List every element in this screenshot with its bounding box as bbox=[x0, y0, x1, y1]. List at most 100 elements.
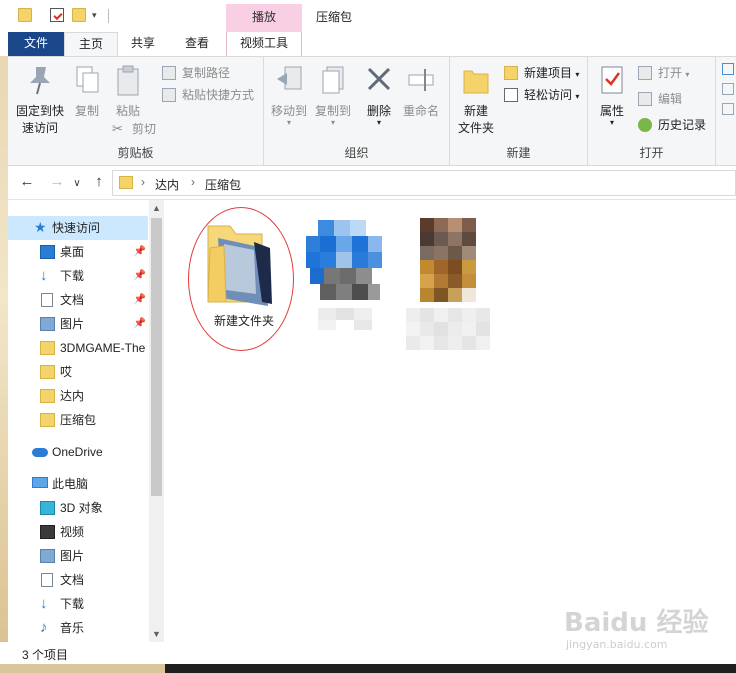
organize-group: 移动到 ▾ 复制到 ▾ 删除 ▾ 重命名 组织 bbox=[264, 57, 450, 165]
new-group-label: 新建 bbox=[506, 146, 531, 160]
new-folder-button[interactable]: 新建 文件夹 bbox=[454, 63, 498, 137]
easy-access-icon bbox=[504, 88, 518, 102]
select-all-icon[interactable] bbox=[722, 63, 734, 75]
customize-quick-access-icon[interactable]: ▾ bbox=[92, 10, 97, 21]
new-folder-icon[interactable] bbox=[72, 8, 86, 22]
scrollbar-thumb[interactable] bbox=[151, 218, 162, 496]
tab-home[interactable]: 主页 bbox=[64, 32, 118, 56]
nav-item-folder[interactable]: 哎 bbox=[8, 360, 148, 384]
file-list: 新建文件夹 bbox=[166, 200, 736, 642]
file-item[interactable] bbox=[302, 208, 398, 330]
address-field[interactable]: › 达内 › 压缩包 bbox=[112, 170, 736, 196]
dropdown-arrow-icon: ▾ bbox=[575, 92, 580, 101]
taskbar-strip bbox=[0, 664, 736, 673]
nav-scrollbar[interactable]: ▲ ▼ bbox=[149, 200, 164, 642]
folder-icon bbox=[40, 413, 55, 427]
dropdown-arrow-icon: ▾ bbox=[575, 70, 580, 79]
easy-access-button[interactable]: 轻松访问 ▾ bbox=[504, 85, 579, 105]
tab-view[interactable]: 查看 bbox=[170, 32, 224, 56]
nav-item-folder[interactable]: 3DMGAME-The bbox=[8, 336, 148, 360]
scroll-up-icon[interactable]: ▲ bbox=[149, 200, 164, 216]
properties-button[interactable]: 属性 ▾ bbox=[592, 63, 632, 127]
invert-selection-icon[interactable] bbox=[722, 103, 734, 115]
copy-icon bbox=[71, 63, 103, 97]
folder-icon bbox=[40, 341, 55, 355]
edit-button[interactable]: 编辑 bbox=[638, 89, 682, 109]
select-group-partial bbox=[722, 63, 736, 123]
cut-button[interactable]: ✂ 剪切 bbox=[112, 119, 156, 139]
folder-icon bbox=[40, 389, 55, 403]
clipboard-group: 固定到快 速访问 复制 粘贴 复制路径 粘贴快捷方式 ✂ 剪切 剪贴板 bbox=[8, 57, 264, 165]
open-group-label: 打开 bbox=[639, 146, 664, 160]
nav-item-documents[interactable]: 文档 📌 bbox=[8, 288, 148, 312]
download-icon: ↓ bbox=[40, 267, 48, 284]
paste-shortcut-button[interactable]: 粘贴快捷方式 bbox=[162, 85, 254, 105]
select-none-icon[interactable] bbox=[722, 83, 734, 95]
desktop-background-strip bbox=[0, 56, 8, 664]
recent-locations-chevron-icon[interactable]: ∨ bbox=[68, 176, 86, 192]
star-icon: ★ bbox=[34, 219, 47, 235]
ribbon: 固定到快 速访问 复制 粘贴 复制路径 粘贴快捷方式 ✂ 剪切 剪贴板 移动到 … bbox=[8, 56, 736, 166]
paste-button[interactable]: 粘贴 bbox=[108, 63, 148, 120]
back-arrow-icon[interactable]: ← bbox=[18, 174, 36, 190]
dropdown-arrow-icon: ▾ bbox=[286, 118, 291, 127]
copy-path-icon bbox=[162, 66, 176, 80]
copy-path-button[interactable]: 复制路径 bbox=[162, 63, 230, 83]
nav-item-music[interactable]: ♪ 音乐 bbox=[8, 616, 148, 640]
scroll-down-icon[interactable]: ▼ bbox=[149, 626, 164, 642]
breadcrumb-separator[interactable]: › bbox=[191, 175, 195, 189]
open-button[interactable]: 打开 ▾ bbox=[638, 63, 689, 83]
nav-item-desktop[interactable]: 桌面 📌 bbox=[8, 240, 148, 264]
window-title: 压缩包 bbox=[316, 10, 353, 24]
nav-item-pictures[interactable]: 图片 📌 bbox=[8, 312, 148, 336]
rename-button[interactable]: 重命名 bbox=[400, 63, 442, 120]
nav-item-documents[interactable]: 文档 bbox=[8, 568, 148, 592]
tab-video-tools[interactable]: 视频工具 bbox=[226, 32, 302, 56]
history-button[interactable]: 历史记录 bbox=[638, 115, 706, 135]
nav-item-downloads[interactable]: ↓ 下载 bbox=[8, 592, 148, 616]
breadcrumb-separator[interactable]: › bbox=[141, 175, 145, 189]
item-count: 3 个项目 bbox=[22, 648, 69, 662]
properties-icon[interactable] bbox=[50, 8, 64, 22]
open-group: 属性 ▾ 打开 ▾ 编辑 历史记录 打开 bbox=[588, 57, 716, 165]
nav-item-this-pc[interactable]: 此电脑 bbox=[8, 472, 148, 496]
separator bbox=[108, 9, 109, 23]
new-folder-icon bbox=[460, 63, 492, 97]
nav-item-folder[interactable]: 达内 bbox=[8, 384, 148, 408]
forward-arrow-icon[interactable]: → bbox=[48, 174, 66, 190]
nav-item-pictures[interactable]: 图片 bbox=[8, 544, 148, 568]
nav-item-onedrive[interactable]: OneDrive bbox=[8, 440, 148, 464]
copy-to-icon bbox=[317, 63, 349, 97]
file-item[interactable] bbox=[406, 208, 502, 350]
context-tab-play: 播放 bbox=[226, 4, 302, 32]
tab-share[interactable]: 共享 bbox=[118, 32, 168, 56]
3d-object-icon bbox=[40, 501, 55, 515]
video-icon bbox=[40, 525, 55, 539]
nav-item-videos[interactable]: 视频 bbox=[8, 520, 148, 544]
watermark-url: jingyan.baidu.com bbox=[566, 638, 668, 651]
picture-icon bbox=[40, 549, 55, 563]
dropdown-arrow-icon: ▾ bbox=[685, 70, 690, 79]
nav-item-3d-objects[interactable]: 3D 对象 bbox=[8, 496, 148, 520]
copy-to-button[interactable]: 复制到 ▾ bbox=[312, 63, 354, 127]
tab-file[interactable]: 文件 bbox=[8, 32, 64, 56]
nav-item-downloads[interactable]: ↓ 下载 📌 bbox=[8, 264, 148, 288]
new-group: 新建 文件夹 新建项目 ▾ 轻松访问 ▾ 新建 bbox=[450, 57, 588, 165]
up-arrow-icon[interactable]: ↑ bbox=[90, 174, 108, 190]
copy-button[interactable]: 复制 bbox=[70, 63, 104, 120]
download-icon: ↓ bbox=[40, 595, 48, 612]
open-icon bbox=[638, 66, 652, 80]
delete-button[interactable]: 删除 ▾ bbox=[362, 63, 396, 127]
pin-icon: 📌 bbox=[133, 294, 146, 305]
move-to-button[interactable]: 移动到 ▾ bbox=[268, 63, 310, 127]
paste-icon bbox=[112, 63, 144, 97]
breadcrumb-item[interactable]: 达内 bbox=[155, 176, 179, 193]
nav-item-quick-access[interactable]: ★ 快速访问 bbox=[8, 216, 148, 240]
pin-quick-access-button[interactable]: 固定到快 速访问 bbox=[12, 63, 68, 137]
folder-icon bbox=[18, 8, 32, 22]
nav-item-folder[interactable]: 压缩包 bbox=[8, 408, 148, 432]
navigation-pane: ★ 快速访问 桌面 📌 ↓ 下载 📌 文档 📌 图片 📌 3DMGAME-The… bbox=[8, 200, 164, 642]
breadcrumb-item[interactable]: 压缩包 bbox=[205, 176, 241, 193]
address-bar-row: ← → ∨ ↑ › 达内 › 压缩包 bbox=[8, 166, 736, 200]
new-item-button[interactable]: 新建项目 ▾ bbox=[504, 63, 579, 83]
